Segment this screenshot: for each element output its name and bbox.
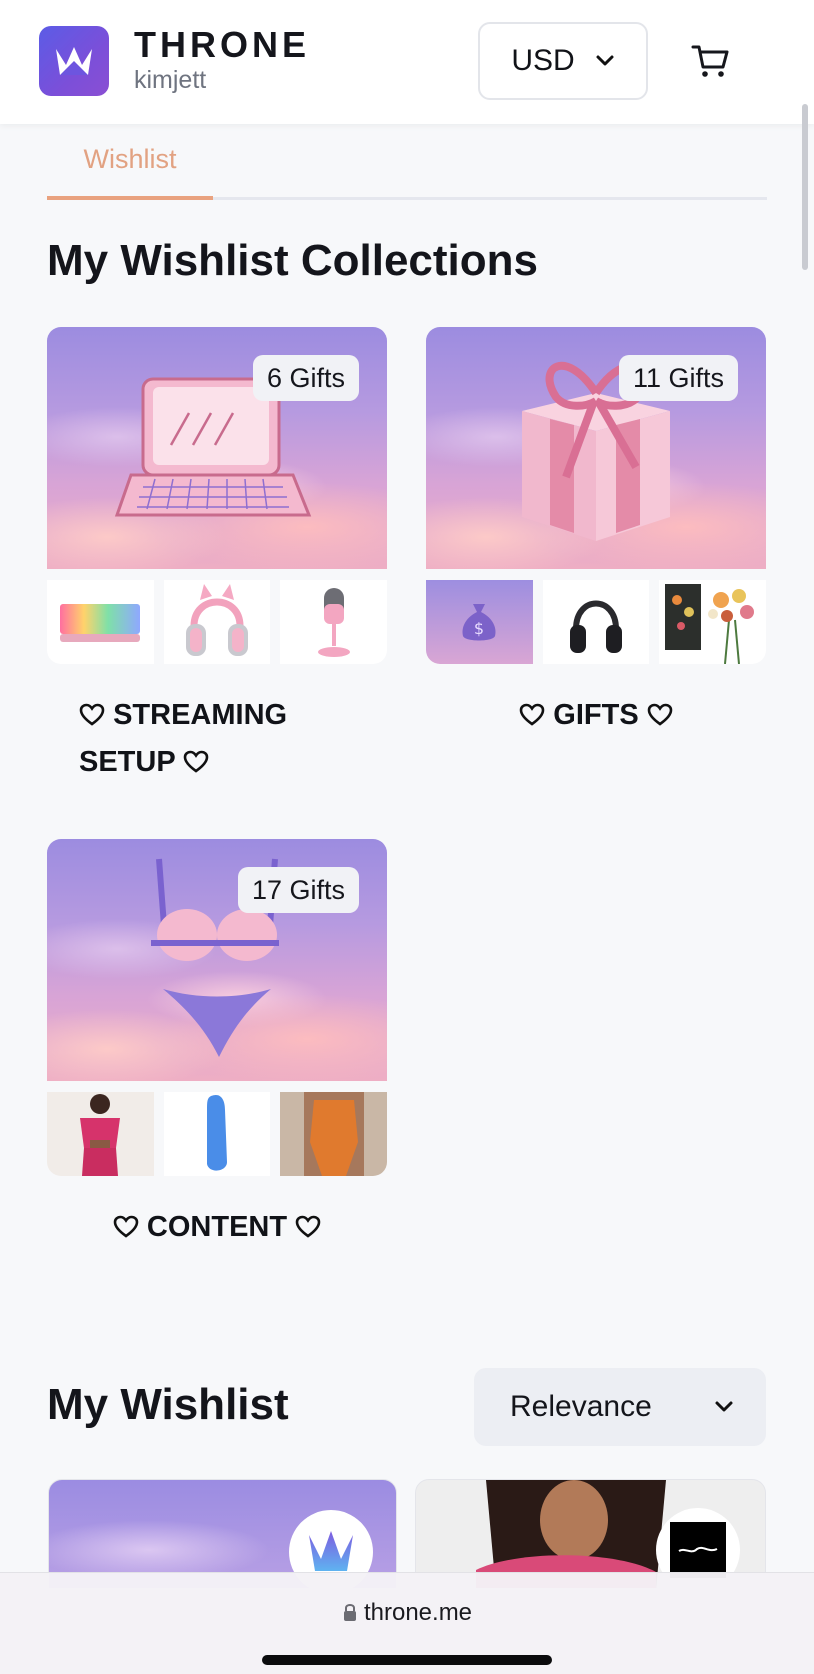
heart-outline-icon xyxy=(647,703,673,726)
chevron-down-icon xyxy=(596,55,614,66)
collection-name-text: CONTENT xyxy=(146,1211,288,1243)
collection-thumbnails xyxy=(47,580,388,664)
brand-logo-icon xyxy=(670,1522,726,1578)
thumbnail-orange-lingerie-photo xyxy=(280,1092,388,1176)
svg-text:$: $ xyxy=(474,619,484,638)
heart-outline-icon xyxy=(113,1215,139,1238)
app-header: THRONE kimjett USD xyxy=(0,0,814,124)
profile-username: kimjett xyxy=(134,66,207,94)
thumbnail-pink-cat-headset xyxy=(163,580,271,664)
thumbnail-blue-toy-photo xyxy=(163,1092,271,1176)
collection-name-line1: STREAMING xyxy=(113,699,288,731)
collections-title: My Wishlist Collections xyxy=(47,236,539,285)
headphones-icon xyxy=(570,600,622,653)
thumbnail-rgb-keyboard xyxy=(47,580,154,664)
collection-thumbnails xyxy=(47,1092,388,1176)
currency-select[interactable]: USD xyxy=(478,22,648,100)
collection-name-line2: SETUP xyxy=(79,746,176,778)
lock-icon xyxy=(343,1604,356,1621)
gift-count-badge: 11 Gifts xyxy=(618,355,738,401)
profile-tabs: Wishlist xyxy=(47,140,767,200)
heart-outline-icon xyxy=(519,703,545,726)
brand-name: THRONE xyxy=(134,24,310,65)
collection-card-gifts[interactable]: 11 Gifts $ GIFTS xyxy=(426,327,767,739)
collection-name-text: GIFTS xyxy=(553,699,639,731)
money-bag-icon: $ xyxy=(462,604,496,641)
wishlist-title: My Wishlist xyxy=(47,1380,289,1429)
collection-card-content[interactable]: 17 Gifts CONTENT xyxy=(47,839,388,1251)
crown-icon xyxy=(56,47,92,75)
thumbnail-pink-outfit-photo xyxy=(47,1092,154,1176)
collection-hero: 6 Gifts xyxy=(47,327,387,569)
home-indicator xyxy=(262,1655,552,1665)
throne-logo[interactable] xyxy=(39,26,109,96)
blue-object-icon xyxy=(207,1094,227,1171)
collection-name: CONTENT xyxy=(47,1204,387,1251)
sort-value: Relevance xyxy=(510,1390,652,1423)
collection-name: GIFTS xyxy=(426,692,766,739)
collection-thumbnails: $ xyxy=(426,580,767,664)
sort-select[interactable]: Relevance xyxy=(474,1368,766,1446)
thumbnail-money-bag: $ xyxy=(426,580,533,664)
orange-outfit-icon xyxy=(303,1092,364,1176)
collection-hero: 11 Gifts xyxy=(426,327,766,569)
collection-card-streaming-setup[interactable]: 6 Gifts STREAMING SETUP xyxy=(47,327,388,786)
outfit-photo-icon xyxy=(80,1094,121,1176)
address-bar[interactable]: throne.me xyxy=(0,1599,814,1627)
thumbnail-flower-bouquet-set xyxy=(659,580,767,664)
cart-icon xyxy=(691,45,729,77)
tab-wishlist[interactable]: Wishlist xyxy=(47,140,213,200)
gift-count-badge: 6 Gifts xyxy=(252,355,359,401)
page-scrollbar[interactable] xyxy=(802,104,808,270)
microphone-icon xyxy=(317,588,350,657)
crown-icon xyxy=(309,1531,353,1571)
thumbnail-black-headphones xyxy=(542,580,650,664)
heart-outline-icon xyxy=(79,703,105,726)
url-text: throne.me xyxy=(363,1599,473,1626)
cart-button[interactable] xyxy=(690,40,732,82)
collection-hero: 17 Gifts xyxy=(47,839,387,1081)
collection-name: STREAMING SETUP xyxy=(47,692,387,786)
thumbnail-pink-microphone xyxy=(280,580,388,664)
heart-outline-icon xyxy=(183,750,209,773)
flower-bouquet-icon xyxy=(664,584,754,664)
headset-icon xyxy=(186,584,248,656)
gift-count-badge: 17 Gifts xyxy=(237,867,359,913)
chevron-down-icon xyxy=(715,1401,733,1412)
currency-value: USD xyxy=(511,44,575,77)
keyboard-icon xyxy=(60,604,141,642)
heart-outline-icon xyxy=(295,1215,321,1238)
browser-bottom-bar: throne.me xyxy=(0,1572,814,1674)
